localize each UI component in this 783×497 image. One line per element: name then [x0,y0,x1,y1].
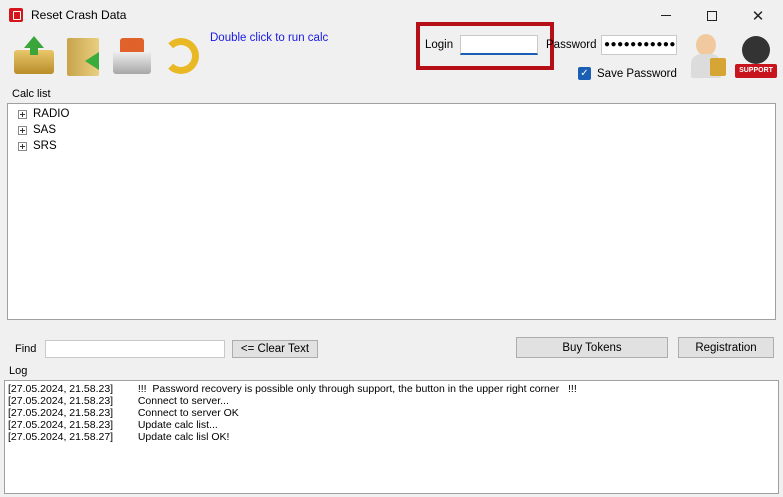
headset-icon [742,36,770,64]
back-arrow-icon [85,52,99,70]
log-entry: [27.05.2024, 21.58.23] Connect to server… [8,395,775,407]
title-bar: Reset Crash Data ✕ [0,0,783,31]
log-message: !!! Password recovery is possible only t… [132,383,577,395]
app-icon [9,8,23,22]
car-data-icon [113,50,151,74]
calc-list-label: Calc list [12,88,51,100]
expand-icon[interactable] [18,109,27,119]
login-field[interactable] [460,35,538,55]
clear-text-button[interactable]: <= Clear Text [232,340,318,358]
log-timestamp: [27.05.2024, 21.58.23] [8,395,114,407]
save-password-checkbox[interactable]: ✓ [578,67,591,80]
password-label: Password [546,39,597,51]
tree-item-label: SAS [33,124,57,136]
maximize-button[interactable] [689,0,735,31]
expand-icon[interactable] [18,141,27,151]
car-data-button[interactable] [110,34,154,78]
login-label: Login [425,39,454,51]
support-label: SUPPORT [735,64,777,78]
log-entry: [27.05.2024, 21.58.23] Update calc list.… [8,419,775,431]
log-label: Log [9,365,28,377]
log-panel[interactable]: [27.05.2024, 21.58.23] !!! Password reco… [4,380,779,494]
password-field[interactable]: ●●●●●●●●●●● [601,35,677,55]
maximize-icon [707,10,717,21]
support-button[interactable]: SUPPORT [734,34,778,80]
tree-item-radio[interactable]: RADIO [18,107,69,121]
log-message: Connect to server OK [132,407,239,419]
log-timestamp: [27.05.2024, 21.58.23] [8,383,114,395]
find-label: Find [15,343,37,355]
log-timestamp: [27.05.2024, 21.58.23] [8,407,114,419]
user-head-icon [696,34,716,56]
close-button[interactable]: ✕ [735,0,781,31]
save-password-label: Save Password [597,68,677,80]
tree-item-label: SRS [33,140,57,152]
save-book-button[interactable] [63,34,107,78]
log-entry: [27.05.2024, 21.58.23] !!! Password reco… [8,383,775,395]
tree-item-srs[interactable]: SRS [18,139,57,153]
refresh-button[interactable] [159,34,203,78]
log-entry: [27.05.2024, 21.58.27] Update calc lisl … [8,431,775,443]
close-icon: ✕ [751,7,765,25]
toolbar-hint: Double click to run calc [210,32,329,44]
log-message: Update calc list... [132,419,218,431]
open-folder-button[interactable] [12,34,56,78]
log-timestamp: [27.05.2024, 21.58.27] [8,431,114,443]
find-input[interactable] [45,340,225,358]
tree-item-label: RADIO [33,108,70,120]
window-title: Reset Crash Data [31,8,127,22]
user-lock-button[interactable] [690,34,728,80]
lock-icon [710,58,726,76]
tree-item-sas[interactable]: SAS [18,123,56,137]
log-timestamp: [27.05.2024, 21.58.23] [8,419,114,431]
registration-button[interactable]: Registration [678,337,774,358]
refresh-icon [163,38,199,74]
log-entry: [27.05.2024, 21.58.23] Connect to server… [8,407,775,419]
upload-arrow-stem [30,47,38,55]
minimize-button[interactable] [643,0,689,31]
minimize-icon [661,15,671,16]
log-message: Connect to server... [132,395,229,407]
log-message: Update calc lisl OK! [132,431,230,443]
calc-tree[interactable]: RADIO SAS SRS [7,103,776,320]
expand-icon[interactable] [18,125,27,135]
buy-tokens-button[interactable]: Buy Tokens [516,337,668,358]
car-data-cap-icon [120,38,144,52]
